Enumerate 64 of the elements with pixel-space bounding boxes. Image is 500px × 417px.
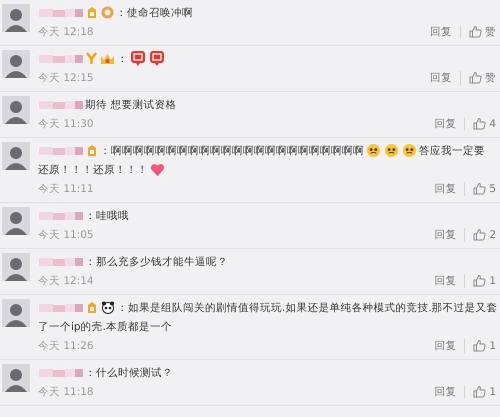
comment-time: 今天 11:30 [38,116,95,130]
thumbs-up-icon [469,25,482,38]
comment-time: 今天 11:05 [38,228,95,242]
comment-text: 答应我一定要 [419,144,485,158]
reply-link[interactable]: 回复 [434,338,466,352]
comment-text: 期待 想要测试资格 [85,98,176,112]
comment-text: 了一个ip的壳.本质都是一个 [38,320,172,334]
like-button[interactable]: 1 [473,274,496,287]
comment-text: ：那么充多少钱才能牛逼呢？ [85,254,228,268]
like-button[interactable]: 5 [473,182,496,195]
like-button[interactable]: 赞 [469,24,496,38]
comment-time: 今天 11:18 [38,384,95,398]
heart-icon [150,162,165,176]
avatar-icon[interactable] [2,142,30,170]
medal-icon [101,6,114,19]
comment-time: 今天 12:15 [38,70,95,84]
comment-time: 今天 11:11 [38,182,95,196]
avatar-icon[interactable] [2,96,30,124]
face-emoji-icon [366,143,381,158]
reply-link[interactable]: 回复 [434,274,466,288]
avatar-icon[interactable] [2,207,30,235]
avatar-icon[interactable] [2,50,30,78]
reply-link[interactable]: 回复 [434,182,466,196]
avatar-icon[interactable] [2,364,30,392]
like-button[interactable]: 4 [473,117,496,130]
reply-link[interactable]: 回复 [434,228,466,242]
thumbs-up-icon [469,71,482,84]
reply-link[interactable]: 回复 [434,116,466,130]
reply-link[interactable]: 回复 [434,384,466,398]
panda-icon [101,301,115,314]
comment-text: 还原！！！还原！！！ [38,162,148,176]
thumbs-up-icon [473,385,486,398]
avatar-icon[interactable] [2,299,30,327]
comment-text: ：哇哦哦 [85,208,129,222]
comment-text: ：使命召唤冲啊 [116,6,193,20]
reply-link[interactable]: 回复 [430,24,461,38]
comment-time: 今天 12:18 [38,24,95,38]
member-badge-icon [86,6,98,19]
avatar-icon[interactable] [2,4,30,32]
thumbs-up-icon [473,339,486,352]
like-button[interactable]: 赞 [469,70,496,84]
like-button[interactable]: 1 [473,385,496,398]
thumbs-up-icon [473,274,486,287]
avatar-icon[interactable] [2,253,30,281]
comment-text: ：如果是组队闯关的剧情值得玩玩.如果还是单纯各种模式的竞技.那不过是又套 [117,300,498,314]
thumbs-up-icon [473,228,486,241]
thumbs-up-icon [473,182,486,195]
face-emoji-icon [402,143,417,158]
face-emoji-icon [384,143,399,158]
comment-time: 今天 11:26 [38,338,95,352]
crown-icon [100,52,115,65]
member-badge-icon [86,144,98,157]
comment-text: ：啊啊啊啊啊啊啊啊啊啊啊啊啊啊啊啊啊啊啊啊啊啊啊 [100,144,364,158]
comment-time: 今天 12:14 [38,274,95,288]
y-badge-icon [86,52,97,65]
like-button[interactable]: 1 [473,339,496,352]
sticker-icon [149,50,165,67]
thumbs-up-icon [473,117,486,130]
member-badge-icon [86,301,98,314]
like-button[interactable]: 2 [473,228,496,241]
comment-text: ：什么时候测试？ [85,366,173,380]
reply-link[interactable]: 回复 [430,70,461,84]
sticker-icon [130,50,146,67]
comment-text: ： [117,52,128,66]
